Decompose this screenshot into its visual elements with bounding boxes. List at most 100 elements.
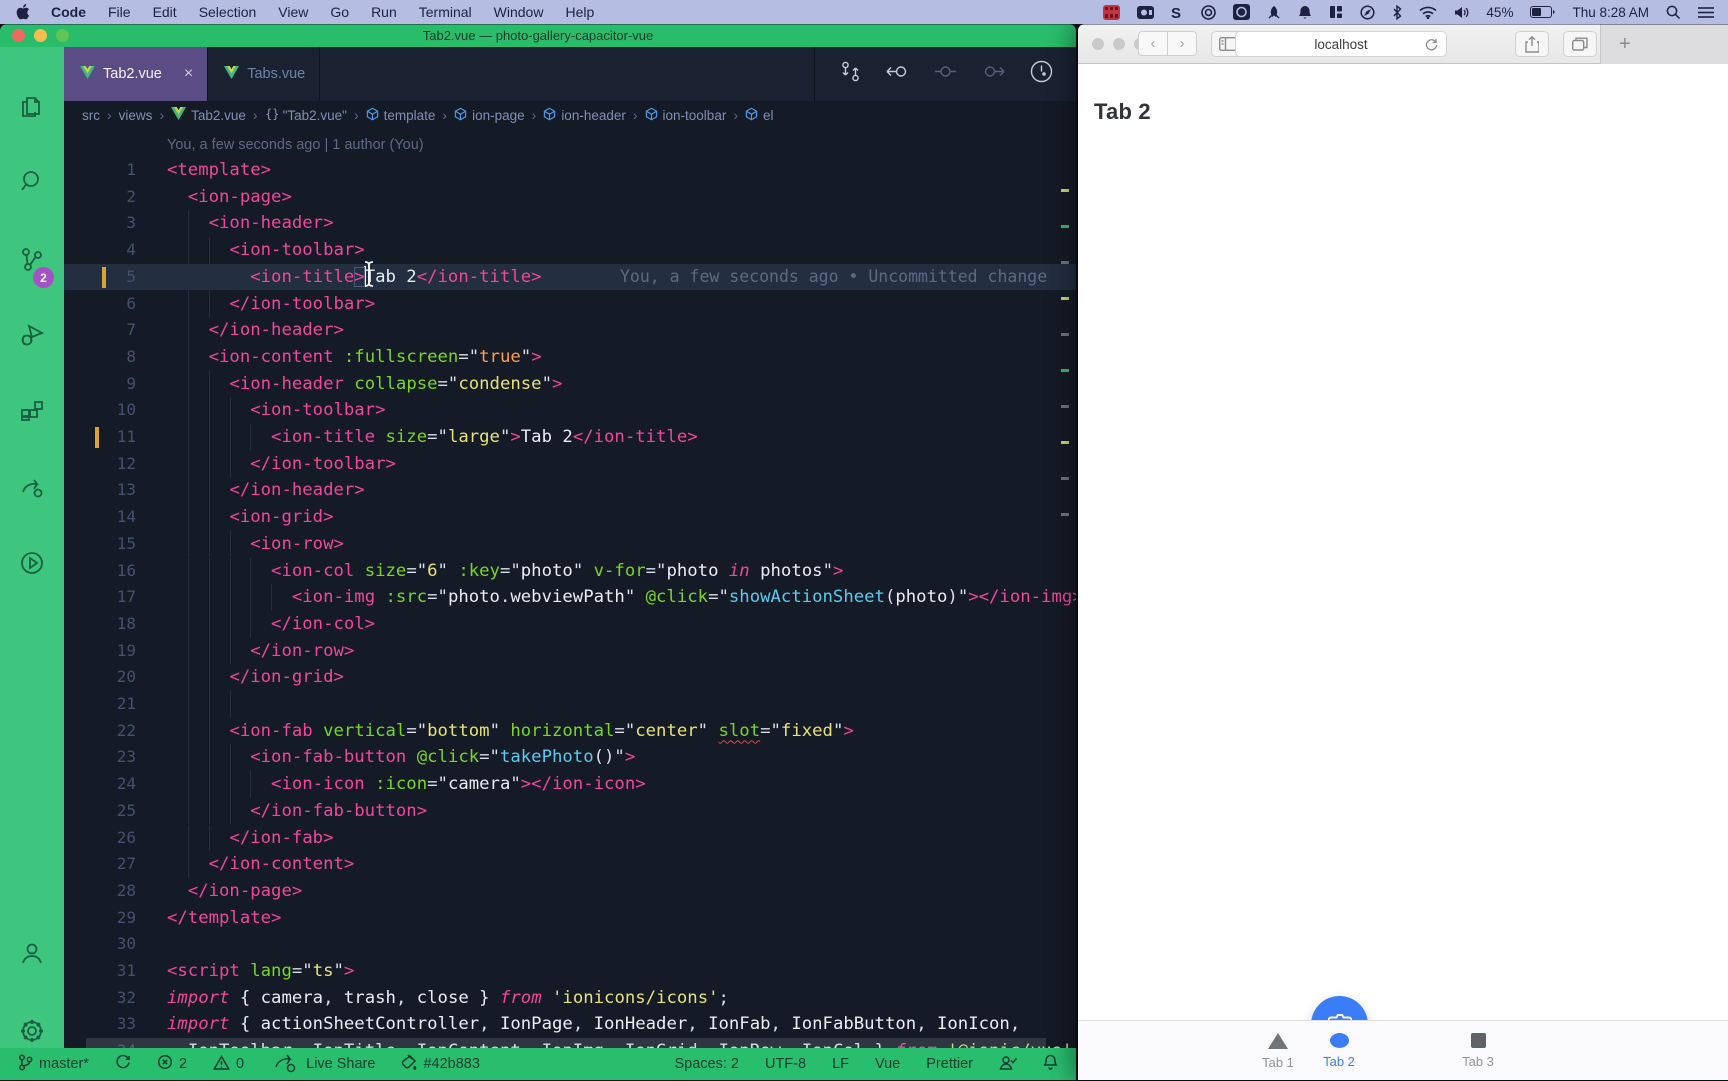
status-item-utf8[interactable]: UTF-8 [765,1056,806,1072]
activity-explorer-icon[interactable] [0,81,64,133]
tab-overview-icon[interactable] [1563,31,1597,57]
status-item-lf[interactable]: LF [832,1056,849,1072]
address-bar[interactable]: localhost [1235,31,1447,57]
volume-icon[interactable] [1454,6,1469,19]
code-line-4[interactable]: 4 <ion-toolbar> [64,237,1076,264]
timeline-icon[interactable] [1029,59,1054,89]
menu-item-code[interactable]: Code [40,4,97,20]
breadcrumb-item-ionheader[interactable]: ion-header [543,107,626,124]
status-item-bellicon[interactable] [1043,1054,1058,1074]
status-item-spaces2[interactable]: Spaces: 2 [674,1056,739,1072]
close-window-button[interactable] [1092,38,1104,50]
code-line-22[interactable]: 22 <ion-fab vertical="bottom" horizontal… [64,718,1076,745]
code-line-2[interactable]: 2 <ion-page> [64,184,1076,211]
rocket-app-icon[interactable] [1267,5,1281,20]
menu-clock[interactable]: Thu 8:28 AM [1572,5,1649,20]
dock-app-icon[interactable] [1329,5,1343,19]
breadcrumb-item-template[interactable]: template [366,107,436,124]
code-line-10[interactable]: 10 <ion-toolbar> [64,397,1076,424]
menu-item-run[interactable]: Run [360,4,408,20]
menu-item-selection[interactable]: Selection [188,4,268,20]
status-item-liveshare[interactable]: Live Share [270,1047,375,1081]
status-item-0[interactable]: 0 [213,1055,244,1074]
previous-change-icon[interactable] [885,60,910,88]
code-line-6[interactable]: 6 </ion-toolbar> [64,291,1076,318]
code-line-12[interactable]: 12 </ion-toolbar> [64,451,1076,478]
code-line-28[interactable]: 28 </ion-page> [64,878,1076,905]
code-line-17[interactable]: 17 <ion-img :src="photo.webviewPath" @cl… [64,584,1076,611]
code-line-3[interactable]: 3 <ion-header> [64,210,1076,237]
breadcrumb-item-views[interactable]: views [119,108,153,123]
editor-tab-tab2.vue[interactable]: Tab2.vue× [64,47,208,101]
screen-app-icon[interactable] [1233,4,1250,20]
code-line-7[interactable]: 7 </ion-header> [64,317,1076,344]
status-item-42b883[interactable]: #42b883 [401,1054,479,1074]
breadcrumb[interactable]: src›views›Tab2.vue›{}"Tab2.vue"›template… [64,101,1076,129]
code-editor[interactable]: You, a few seconds ago | 1 author (You) … [64,129,1076,1048]
activity-run-debug-icon[interactable] [0,309,64,361]
menu-item-edit[interactable]: Edit [142,4,188,20]
code-line-31[interactable]: 31<script lang="ts"> [64,958,1076,985]
overview-ruler[interactable] [1058,129,1076,1048]
code-line-26[interactable]: 26 </ion-fab> [64,825,1076,852]
activity-search-icon[interactable] [0,155,64,207]
status-item-master[interactable]: master* [18,1054,89,1075]
open-changes-icon[interactable] [839,60,862,88]
code-line-19[interactable]: 19 </ion-row> [64,638,1076,665]
code-line-29[interactable]: 29</template> [64,905,1076,932]
next-change-icon[interactable] [981,60,1006,88]
code-line-5[interactable]: 5 <ion-title>Tab 2</ion-title>You, a few… [64,264,1076,291]
ion-tab-tab2[interactable]: Tab 2 [1279,1021,1399,1080]
close-tab-icon[interactable]: × [184,65,193,83]
ion-tab-tab3[interactable]: Tab 3 [1418,1021,1538,1080]
status-item-syncicon[interactable] [115,1054,131,1074]
activity-source-control-icon[interactable]: 2 [0,233,64,285]
forward-button[interactable]: › [1167,31,1197,56]
menu-item-window[interactable]: Window [483,4,555,20]
breadcrumb-item-ionpage[interactable]: ion-page [454,107,525,124]
code-line-14[interactable]: 14 <ion-grid> [64,504,1076,531]
camera-app-icon[interactable] [1137,6,1154,19]
s-app-icon[interactable]: S [1171,5,1184,20]
spotlight-search-icon[interactable] [1666,5,1681,20]
breadcrumb-item-src[interactable]: src [82,108,100,123]
apple-menu-icon[interactable] [16,4,30,20]
vscode-title-bar[interactable]: Tab2.vue — photo-gallery-capacitor-vue [0,24,1076,47]
editor-tab-tabs.vue[interactable]: Tabs.vue [208,47,320,101]
notification-center-icon[interactable] [1698,6,1714,19]
code-line-9[interactable]: 9 <ion-header collapse="condense"> [64,371,1076,398]
gitlens-authors-lens[interactable]: You, a few seconds ago | 1 author (You) [167,137,424,153]
minimize-window-button[interactable] [34,29,47,42]
menu-item-file[interactable]: File [97,4,142,20]
bell-app-icon[interactable] [1298,5,1312,20]
activity-account-icon[interactable] [0,927,64,979]
menu-item-help[interactable]: Help [554,4,605,20]
code-line-8[interactable]: 8 <ion-content :fullscreen="true"> [64,344,1076,371]
reload-icon[interactable] [1425,38,1438,51]
browser-app-icon[interactable] [1360,5,1375,20]
code-line-18[interactable]: 18 </ion-col> [64,611,1076,638]
code-line-1[interactable]: 1<template> [64,157,1076,184]
breadcrumb-item-iontoolbar[interactable]: ion-toolbar [645,107,727,124]
code-line-24[interactable]: 24 <ion-icon :icon="camera"></ion-icon> [64,771,1076,798]
status-item-vue[interactable]: Vue [875,1056,900,1072]
breadcrumb-item-tab2vue[interactable]: Tab2.vue [171,107,246,123]
activity-run-circle-icon[interactable] [0,537,64,589]
wifi-icon[interactable] [1419,6,1437,19]
breadcrumb-item-el[interactable]: el [745,107,774,124]
status-item-feedbackicon[interactable] [999,1055,1017,1074]
code-line-15[interactable]: 15 <ion-row> [64,531,1076,558]
code-line-30[interactable]: 30 [64,931,1076,958]
code-line-27[interactable]: 27 </ion-content> [64,851,1076,878]
activity-live-share-icon[interactable] [0,461,64,513]
minimize-window-button[interactable] [1113,38,1125,50]
code-line-32[interactable]: 32import { camera, trash, close } from '… [64,985,1076,1012]
code-line-33[interactable]: 33import { actionSheetController, IonPag… [64,1011,1076,1038]
activity-extensions-icon[interactable] [0,386,64,438]
share-icon[interactable] [1515,31,1549,57]
code-line-21[interactable]: 21 [64,691,1076,718]
zoom-window-button[interactable] [56,29,69,42]
breadcrumb-item-tab2vue[interactable]: {}"Tab2.vue" [265,107,347,124]
new-tab-button[interactable]: + [1619,33,1631,56]
code-line-20[interactable]: 20 </ion-grid> [64,664,1076,691]
